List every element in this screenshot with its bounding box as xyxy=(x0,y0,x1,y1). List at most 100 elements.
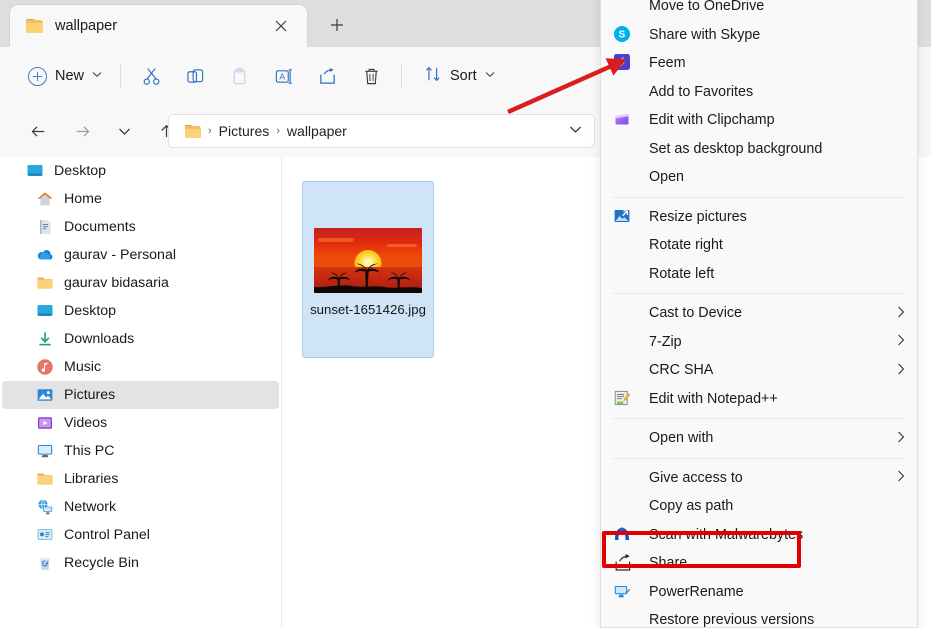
sidebar-item-label: Pictures xyxy=(64,387,115,403)
context-menu-item-powerrename[interactable]: PowerRename xyxy=(601,578,917,607)
folder-icon xyxy=(26,19,43,33)
context-menu-item-share[interactable]: Share xyxy=(601,549,917,578)
sidebar-item-this-pc[interactable]: This PC xyxy=(2,437,279,465)
notepadpp-icon xyxy=(613,389,633,409)
sidebar-item-home[interactable]: Home xyxy=(2,185,279,213)
sidebar-item-pictures[interactable]: Pictures xyxy=(2,381,279,409)
back-button[interactable] xyxy=(22,115,54,147)
context-menu-item-share-with-skype[interactable]: SShare with Skype xyxy=(601,21,917,50)
sidebar-item-documents[interactable]: Documents xyxy=(2,213,279,241)
chevron-down-icon[interactable] xyxy=(569,125,582,137)
context-menu-item-label: Move to OneDrive xyxy=(649,0,764,14)
sort-button[interactable]: Sort xyxy=(414,59,505,93)
chevron-down-icon xyxy=(485,71,495,81)
recent-locations-button[interactable] xyxy=(108,115,140,147)
sidebar-item-gaurav-personal[interactable]: gaurav - Personal xyxy=(2,241,279,269)
delete-button[interactable] xyxy=(352,59,390,93)
sunset-image-thumbnail xyxy=(314,228,422,293)
sidebar-item-videos[interactable]: Videos xyxy=(2,409,279,437)
svg-text:A: A xyxy=(279,71,285,81)
context-menu-item-label: Restore previous versions xyxy=(649,612,814,628)
downloads-icon xyxy=(36,330,54,348)
context-menu-item-edit-with-notepad[interactable]: Edit with Notepad++ xyxy=(601,385,917,414)
sidebar-item-desktop[interactable]: Desktop xyxy=(2,297,279,325)
context-menu-item-7-zip[interactable]: 7-Zip xyxy=(601,328,917,357)
sidebar-item-label: Downloads xyxy=(64,331,134,347)
context-menu[interactable]: Move to OneDrive SShare with Skype Feem Add… xyxy=(600,0,918,628)
desktop-icon xyxy=(36,302,54,320)
navigation-pane[interactable]: DesktopHomeDocumentsgaurav - Personalgau… xyxy=(0,157,281,628)
context-menu-item-set-as-desktop-background[interactable]: Set as desktop background xyxy=(601,135,917,164)
context-menu-item-label: PowerRename xyxy=(649,584,744,600)
pictures-icon xyxy=(36,386,54,404)
chevron-right-icon xyxy=(897,470,905,485)
folder-icon xyxy=(36,274,54,292)
copy-button[interactable] xyxy=(176,59,214,93)
breadcrumb-separator: › xyxy=(276,125,280,137)
context-menu-separator xyxy=(613,197,905,198)
context-menu-item-open[interactable]: Open xyxy=(601,163,917,192)
context-menu-item-give-access-to[interactable]: Give access to xyxy=(601,464,917,493)
sidebar-item-label: Network xyxy=(64,499,116,515)
sidebar-item-network[interactable]: Network xyxy=(2,493,279,521)
breadcrumb-wallpaper[interactable]: wallpaper xyxy=(287,123,347,139)
new-button[interactable]: New xyxy=(18,59,112,93)
sidebar-item-libraries[interactable]: Libraries xyxy=(2,465,279,493)
plus-circle-icon xyxy=(28,67,47,86)
chevron-right-icon xyxy=(897,334,905,349)
context-menu-item-move-to-onedrive[interactable]: Move to OneDrive xyxy=(601,0,917,21)
desktop-icon xyxy=(26,162,44,180)
chevron-right-icon xyxy=(897,431,905,446)
feem-icon xyxy=(613,53,633,73)
tab-wallpaper[interactable]: wallpaper xyxy=(10,5,307,47)
context-menu-item-rotate-right[interactable]: Rotate right xyxy=(601,231,917,260)
context-menu-item-label: Open xyxy=(649,169,684,185)
malwarebytes-icon xyxy=(613,525,633,545)
sidebar-item-music[interactable]: Music xyxy=(2,353,279,381)
sidebar-item-desktop[interactable]: Desktop xyxy=(2,157,279,185)
folder-icon xyxy=(185,125,201,138)
context-menu-item-label: Feem xyxy=(649,55,686,71)
sidebar-item-label: Desktop xyxy=(64,303,116,319)
blank-icon xyxy=(613,82,633,102)
context-menu-item-rotate-left[interactable]: Rotate left xyxy=(601,260,917,289)
context-menu-item-resize-pictures[interactable]: Resize pictures xyxy=(601,203,917,232)
context-menu-item-edit-with-clipchamp[interactable]: Edit with Clipchamp xyxy=(601,106,917,135)
sidebar-item-label: Music xyxy=(64,359,101,375)
forward-button[interactable] xyxy=(66,115,98,147)
this-pc-icon xyxy=(36,442,54,460)
sort-button-label: Sort xyxy=(450,68,477,84)
context-menu-item-crc-sha[interactable]: CRC SHA xyxy=(601,356,917,385)
context-menu-item-feem[interactable]: Feem xyxy=(601,49,917,78)
blank-icon xyxy=(613,332,633,352)
sidebar-item-label: Libraries xyxy=(64,471,118,487)
context-menu-item-label: Resize pictures xyxy=(649,209,747,225)
rename-button[interactable]: A xyxy=(264,59,302,93)
sidebar-item-control-panel[interactable]: Control Panel xyxy=(2,521,279,549)
resize-pictures-icon xyxy=(613,207,633,227)
context-menu-item-label: Edit with Clipchamp xyxy=(649,112,775,128)
cut-button[interactable] xyxy=(132,59,170,93)
context-menu-item-label: Give access to xyxy=(649,470,743,486)
new-tab-button[interactable] xyxy=(322,11,352,39)
address-input[interactable]: › Pictures › wallpaper xyxy=(168,114,595,148)
context-menu-item-label: Scan with Malwarebytes xyxy=(649,527,803,543)
context-menu-item-copy-as-path[interactable]: Copy as path xyxy=(601,492,917,521)
new-button-label: New xyxy=(55,68,84,84)
close-icon[interactable] xyxy=(269,14,293,38)
breadcrumb-pictures[interactable]: Pictures xyxy=(219,123,270,139)
chevron-right-icon xyxy=(897,363,905,378)
sidebar-item-gaurav-bidasaria[interactable]: gaurav bidasaria xyxy=(2,269,279,297)
blank-icon xyxy=(613,0,633,16)
share-button[interactable] xyxy=(308,59,346,93)
sidebar-item-downloads[interactable]: Downloads xyxy=(2,325,279,353)
sidebar-item-recycle-bin[interactable]: Recycle Bin xyxy=(2,549,279,577)
powerrename-icon xyxy=(613,582,633,602)
context-menu-item-open-with[interactable]: Open with xyxy=(601,424,917,453)
file-item[interactable]: sunset-1651426.jpg xyxy=(302,181,434,358)
context-menu-item-restore-previous-versions[interactable]: Restore previous versions xyxy=(601,606,917,628)
context-menu-item-label: Add to Favorites xyxy=(649,84,753,100)
context-menu-item-add-to-favorites[interactable]: Add to Favorites xyxy=(601,78,917,107)
context-menu-item-cast-to-device[interactable]: Cast to Device xyxy=(601,299,917,328)
context-menu-item-scan-with-malwarebytes[interactable]: Scan with Malwarebytes xyxy=(601,521,917,550)
